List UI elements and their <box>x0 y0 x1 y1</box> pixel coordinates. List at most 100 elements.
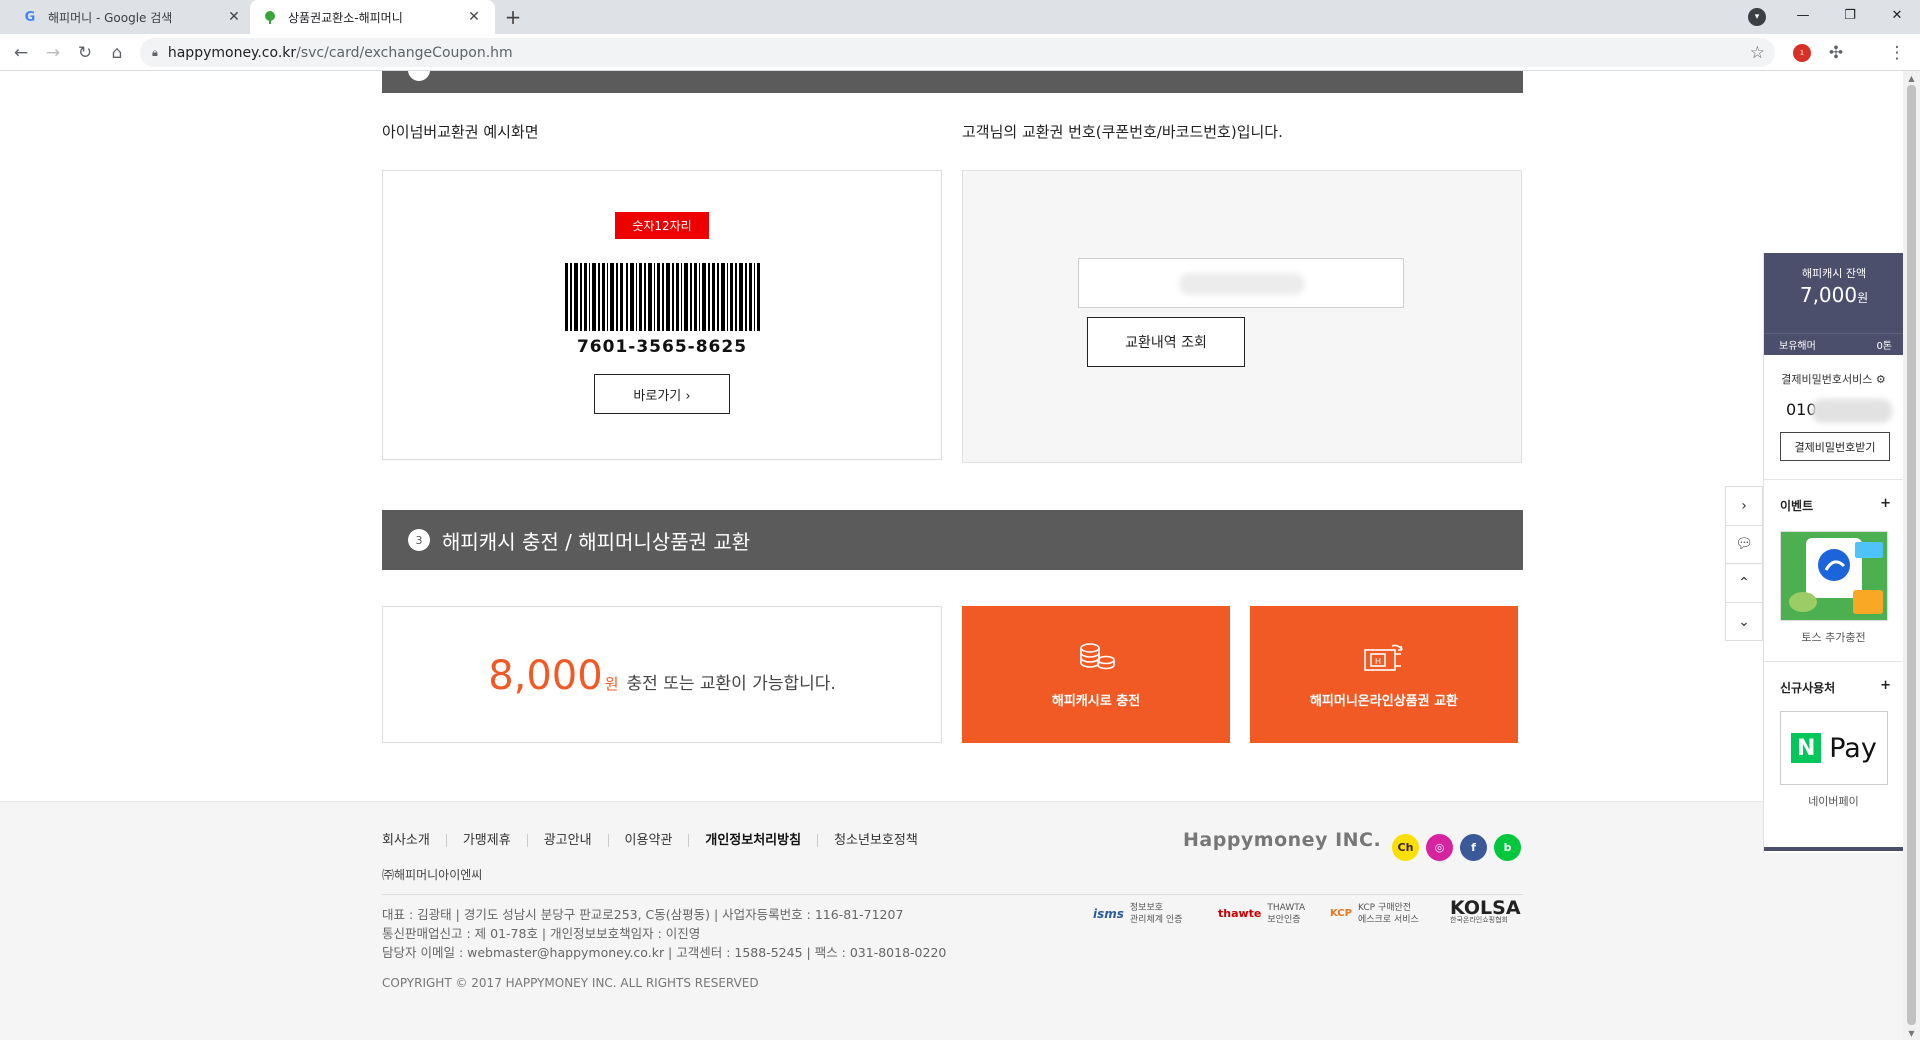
cert-text: 에스크로 서비스 <box>1357 915 1419 925</box>
charge-happycash-button[interactable]: 해피캐시로 충전 <box>962 606 1230 743</box>
footer-link-privacy[interactable]: 개인정보처리방침 <box>688 834 817 847</box>
naver-pay-banner[interactable]: N Pay <box>1780 711 1888 785</box>
amount-description: 충전 또는 교환이 가능합니다. <box>626 674 836 694</box>
collapse-sidebar-icon[interactable]: › <box>1726 487 1762 526</box>
payment-password-title: 결제비밀번호서비스 ⚙ <box>1781 373 1886 386</box>
close-tab-icon[interactable]: ✕ <box>465 8 483 26</box>
goto-button[interactable]: 바로가기 › <box>594 374 730 414</box>
tab-search-icon[interactable]: ▾ <box>1748 8 1766 26</box>
cert-text: KCP 구매안전 <box>1357 903 1412 913</box>
coupon-lookup-card: 교환내역 조회 <box>962 170 1522 463</box>
get-payment-password-button[interactable]: 결제비밀번호받기 <box>1780 432 1890 461</box>
section3-title: 해피캐시 충전 / 해피머니상품권 교환 <box>442 529 751 554</box>
forward-icon[interactable]: → <box>40 40 66 66</box>
page-footer: 회사소개 가맹제휴 광고안내 이용약관 개인정보처리방침 청소년보호정책 ㈜해피… <box>0 801 1903 1040</box>
section-number-badge: 3 <box>408 529 430 551</box>
reload-icon[interactable]: ↻ <box>72 40 98 66</box>
company-info: 대표 : 김광태 | 경기도 성남시 분당구 판교로253, C동(삼평동) |… <box>382 905 946 962</box>
naver-pay-text: Pay <box>1829 732 1877 764</box>
digit-count-badge: 숫자12자리 <box>615 212 709 239</box>
coupon-number-title: 고객님의 교환권 번호(쿠폰번호/바코드번호)입니다. <box>962 123 1283 141</box>
tab-google-search[interactable]: G 해피머니 - Google 검색 ✕ <box>10 0 255 34</box>
cert-text: 보안인증 <box>1267 915 1301 925</box>
close-window-icon[interactable]: ✕ <box>1874 0 1920 30</box>
scroll-up-icon[interactable]: ⌃ <box>1726 564 1762 603</box>
new-tab-button[interactable]: + <box>500 4 526 30</box>
happycash-balance-panel: 해피캐시 잔액 7,000원 보유해머 0톤 <box>1764 253 1904 355</box>
url-host: happymoney.co.kr <box>167 44 297 61</box>
back-icon[interactable]: ← <box>8 40 34 66</box>
close-tab-icon[interactable]: ✕ <box>225 8 243 26</box>
barcode-number: 7601-3565-8625 <box>576 337 748 357</box>
right-sidebar: 해피캐시 잔액 7,000원 보유해머 0톤 결제비밀번호서비스 ⚙ 010 결… <box>1763 253 1904 853</box>
available-amount-card: 8,000 원 충전 또는 교환이 가능합니다. <box>382 606 942 743</box>
cert-text: 한국온라인쇼핑협회 <box>1450 916 1508 924</box>
bookmark-star-icon[interactable]: ☆ <box>1750 43 1765 63</box>
page-viewport: 아이넘버교환권 예시화면 고객님의 교환권 번호(쿠폰번호/바코드번호)입니다.… <box>0 71 1920 1040</box>
tab-title: 해피머니 - Google 검색 <box>48 10 173 25</box>
toss-event-image <box>1781 532 1887 620</box>
menu-kebab-icon[interactable]: ⋮ <box>1884 40 1910 66</box>
coupon-number-field[interactable] <box>1078 258 1404 308</box>
scroll-down-arrow-icon[interactable]: ▼ <box>1903 1026 1920 1040</box>
cash-label: 해피캐시 잔액 <box>1801 267 1867 280</box>
chat-icon[interactable]: 💬︎ <box>1726 526 1762 564</box>
thawte-logo-icon: thawte <box>1218 907 1262 920</box>
lock-icon: 🔒︎ <box>152 45 158 59</box>
minimize-icon[interactable]: — <box>1780 0 1826 30</box>
kcp-logo-icon: KCP <box>1330 908 1352 919</box>
tab-happymoney[interactable]: 상품권교환소-해피머니 ✕ <box>250 0 495 34</box>
footer-link-advertising[interactable]: 광고안내 <box>526 834 608 847</box>
isms-logo-icon: isms <box>1093 907 1124 921</box>
ton-label: 보유해머 <box>1779 341 1816 352</box>
event-caption: 토스 추가충전 <box>1801 631 1866 644</box>
band-icon[interactable]: b <box>1494 834 1521 861</box>
footer-link-terms[interactable]: 이용약관 <box>607 834 689 847</box>
page-scrollbar[interactable]: ▲ ▼ <box>1903 71 1920 1040</box>
home-icon[interactable]: ⌂ <box>104 40 130 66</box>
cert-text: 관리체계 인증 <box>1129 915 1183 925</box>
masked-coupon-number <box>1179 273 1305 295</box>
footer-link-company[interactable]: 회사소개 <box>382 834 446 847</box>
amount-unit: 원 <box>604 675 619 693</box>
restore-icon[interactable]: ❐ <box>1827 0 1873 30</box>
instagram-icon[interactable]: ◎ <box>1426 834 1453 861</box>
cash-amount: 7,000 <box>1799 283 1858 307</box>
event-title: 이벤트 <box>1780 499 1814 513</box>
exchange-voucher-button[interactable]: H 해피머니온라인상품권 교환 <box>1250 606 1518 743</box>
cash-unit: 원 <box>1857 291 1869 305</box>
address-bar[interactable]: 🔒︎ happymoney.co.kr/svc/card/exchangeCou… <box>140 38 1775 67</box>
sidebar-divider <box>1764 479 1904 480</box>
ton-value: 0톤 <box>1876 341 1892 352</box>
company-info-line: 담당자 이메일 : webmaster@happymoney.co.kr | 고… <box>382 945 947 960</box>
cert-text: THAWTA <box>1267 903 1306 913</box>
quick-nav: › 💬︎ ⌃ ⌄ <box>1725 486 1763 641</box>
toss-event-banner[interactable] <box>1780 531 1888 621</box>
browser-toolbar: ← → ↻ ⌂ 🔒︎ happymoney.co.kr/svc/card/exc… <box>0 34 1920 71</box>
voucher-exchange-icon: H <box>1364 644 1403 671</box>
facebook-icon[interactable]: f <box>1460 834 1487 861</box>
barcode-image <box>565 263 760 331</box>
scrollbar-thumb[interactable] <box>1907 85 1916 1025</box>
footer-link-partnership[interactable]: 가맹제휴 <box>445 834 527 847</box>
extensions-puzzle-icon[interactable]: ✣ <box>1823 40 1849 66</box>
adblock-extension-icon[interactable]: 1 <box>1793 44 1811 62</box>
company-info-line: 통신판매업신고 : 제 01-78호 | 개인정보보호책임자 : 이진영 <box>382 926 701 941</box>
example-title: 아이넘버교환권 예시화면 <box>382 123 539 141</box>
cash-value: 7,000원 <box>1764 283 1904 307</box>
event-more-icon[interactable]: + <box>1880 496 1891 511</box>
footer-link-youth-policy[interactable]: 청소년보호정책 <box>817 834 934 847</box>
available-amount: 8,000 <box>488 653 603 699</box>
company-info-line: 대표 : 김광태 | 경기도 성남시 분당구 판교로253, C동(삼평동) |… <box>382 907 904 922</box>
url-path: /svc/card/exchangeCoupon.hm <box>296 44 513 61</box>
scroll-up-arrow-icon[interactable]: ▲ <box>1903 71 1920 85</box>
kakao-channel-icon[interactable]: Ch <box>1392 834 1419 861</box>
brand-logo: Happymoney INC. <box>1183 829 1382 851</box>
section-number-badge <box>408 71 430 81</box>
scroll-down-icon[interactable]: ⌄ <box>1726 603 1762 642</box>
new-merchant-more-icon[interactable]: + <box>1880 678 1891 693</box>
kcp-cert: KCP KCP 구매안전에스크로 서비스 <box>1330 902 1419 926</box>
exchange-history-button[interactable]: 교환내역 조회 <box>1087 317 1245 367</box>
happymoney-favicon-icon <box>262 9 278 25</box>
company-name: ㈜해피머니아이엔씨 <box>382 868 483 882</box>
